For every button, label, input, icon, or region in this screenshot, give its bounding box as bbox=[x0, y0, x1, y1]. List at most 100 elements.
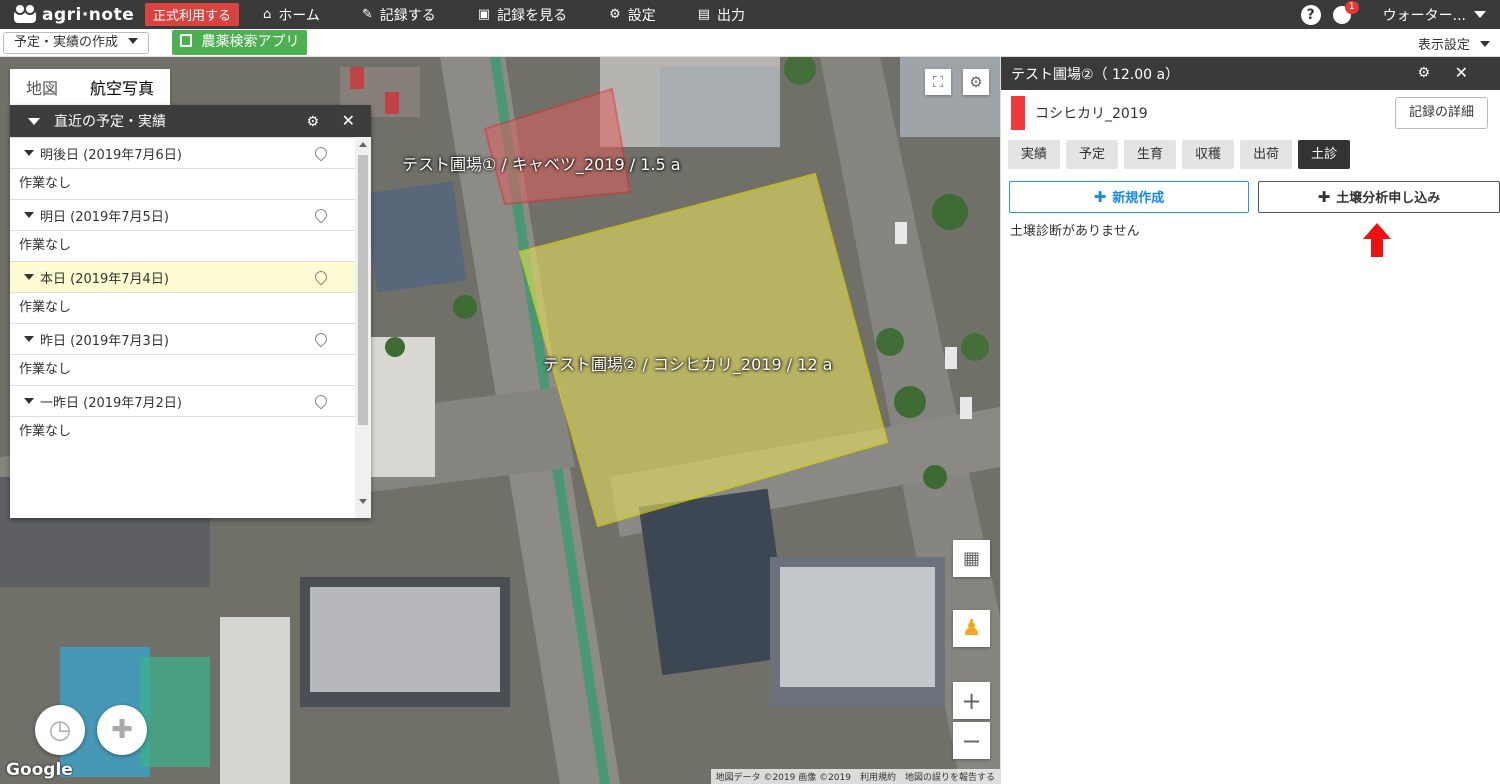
scroll-down-icon[interactable] bbox=[359, 499, 367, 504]
field-label-2[interactable]: テスト圃場② / コシヒカリ_2019 / 12 a bbox=[543, 351, 832, 375]
chevron-down-icon bbox=[1480, 41, 1490, 47]
caret-down-icon bbox=[24, 336, 34, 342]
tab-aerial[interactable]: 航空写真 bbox=[74, 69, 170, 105]
day-note: 作業なし bbox=[19, 300, 72, 315]
display-settings-dropdown[interactable]: 表示設定 bbox=[1418, 34, 1490, 53]
red-arrow-icon bbox=[1363, 223, 1391, 257]
day-row[interactable]: 昨日 (2019年7月3日) bbox=[10, 323, 355, 355]
location-pin-icon[interactable] bbox=[312, 144, 330, 162]
frog-logo-icon bbox=[14, 2, 36, 23]
location-pin-icon[interactable] bbox=[312, 268, 330, 286]
day-note: 作業なし bbox=[19, 424, 72, 439]
day-note: 作業なし bbox=[19, 238, 72, 253]
chevron-down-icon bbox=[128, 38, 139, 44]
soil-analysis-request-button[interactable]: ✚ 土壌分析申し込み bbox=[1258, 181, 1500, 213]
scroll-thumb[interactable] bbox=[358, 155, 368, 425]
crop-name: コシヒカリ_2019 bbox=[1035, 106, 1148, 122]
chevron-down-icon[interactable] bbox=[1474, 11, 1486, 18]
location-pin-icon[interactable] bbox=[312, 330, 330, 348]
location-pin-icon[interactable] bbox=[312, 392, 330, 410]
new-create-label: 新規作成 bbox=[1112, 191, 1165, 206]
tab-actual[interactable]: 実績 bbox=[1008, 140, 1061, 169]
tab-harvest[interactable]: 収穫 bbox=[1182, 140, 1235, 169]
tab-plan[interactable]: 予定 bbox=[1066, 140, 1119, 169]
tab-map[interactable]: 地図 bbox=[10, 69, 74, 105]
pencil-icon: ✎ bbox=[361, 7, 373, 22]
nav-settings[interactable]: ⚙ 設定 bbox=[609, 5, 656, 25]
soil-analysis-label: 土壌分析申し込み bbox=[1336, 191, 1441, 206]
record-detail-button[interactable]: 記録の詳細 bbox=[1394, 97, 1488, 129]
book-icon: ▣ bbox=[477, 7, 491, 22]
clock-icon[interactable]: ◷ bbox=[35, 705, 85, 755]
logo[interactable]: agri·note bbox=[0, 2, 145, 25]
add-location-icon[interactable]: ✚ bbox=[97, 705, 147, 755]
schedule-header[interactable]: 直近の予定・実績 ⚙ ✕ bbox=[10, 105, 371, 137]
gear-icon[interactable]: ⚙ bbox=[963, 69, 989, 95]
gear-icon[interactable]: ⚙ bbox=[1417, 65, 1430, 81]
gear-icon[interactable]: ⚙ bbox=[306, 114, 319, 130]
user-menu[interactable]: ウォーター... bbox=[1383, 5, 1466, 25]
field-detail-panel: テスト圃場②（ 12.00 a） ⚙ ✕ コシヒカリ_2019 記録の詳細 実績… bbox=[1000, 57, 1500, 784]
crop-row: コシヒカリ_2019 記録の詳細 bbox=[1001, 90, 1500, 134]
tab-shipment[interactable]: 出荷 bbox=[1240, 140, 1293, 169]
book-icon bbox=[180, 34, 192, 47]
caret-down-icon bbox=[24, 212, 34, 218]
nav-record-label: 記録する bbox=[379, 7, 436, 24]
collapse-icon[interactable] bbox=[28, 117, 40, 125]
schedule-title: 直近の予定・実績 bbox=[54, 114, 166, 130]
logo-text: agri·note bbox=[42, 4, 135, 25]
zoom-out-icon[interactable]: − bbox=[953, 722, 990, 759]
schedule-scrollbar[interactable] bbox=[355, 137, 371, 518]
map-view[interactable]: テスト圃場① / キャベツ_2019 / 1.5 a テスト圃場② / コシヒカ… bbox=[0, 57, 1000, 784]
close-icon[interactable]: ✕ bbox=[1455, 63, 1468, 82]
day-row[interactable]: 一昨日 (2019年7月2日) bbox=[10, 385, 355, 417]
nav-settings-label: 設定 bbox=[627, 7, 656, 24]
create-plan-dropdown[interactable]: 予定・実績の作成 bbox=[3, 32, 150, 54]
day-label: 明日 (2019年7月5日) bbox=[40, 209, 169, 225]
street-view-pegman-icon[interactable]: ♟ bbox=[953, 610, 990, 647]
day-row[interactable]: 明日 (2019年7月5日) bbox=[10, 199, 355, 231]
zoom-in-icon[interactable]: + bbox=[953, 682, 990, 719]
close-icon[interactable]: ✕ bbox=[342, 111, 355, 130]
scroll-up-icon[interactable] bbox=[359, 142, 367, 147]
map-layers-icon[interactable]: ▦ bbox=[953, 540, 990, 577]
home-icon: ⌂ bbox=[263, 7, 272, 22]
nav-output-label: 出力 bbox=[717, 7, 746, 24]
notification-icon[interactable]: 1 bbox=[1332, 0, 1359, 24]
notification-count: 1 bbox=[1344, 0, 1359, 14]
field-label-1[interactable]: テスト圃場① / キャベツ_2019 / 1.5 a bbox=[402, 151, 681, 175]
caret-down-icon bbox=[24, 150, 34, 156]
plus-icon: ✚ bbox=[1317, 188, 1331, 206]
nav-output[interactable]: ▤ 出力 bbox=[698, 5, 745, 25]
nav-right-group: ? 1 ウォーター... bbox=[1300, 0, 1486, 29]
help-icon[interactable]: ? bbox=[1300, 4, 1321, 25]
day-note: 作業なし bbox=[19, 362, 72, 377]
crop-color-swatch bbox=[1011, 96, 1025, 130]
map-type-tabs: 地図 航空写真 bbox=[10, 69, 171, 105]
tab-growth[interactable]: 生育 bbox=[1124, 140, 1177, 169]
field-panel-header: テスト圃場②（ 12.00 a） ⚙ ✕ bbox=[1001, 57, 1500, 90]
day-row-today[interactable]: 本日 (2019年7月4日) bbox=[10, 261, 355, 293]
schedule-list: 明後日 (2019年7月6日) 作業なし 明日 (2019年7月5日) 作業なし… bbox=[10, 137, 355, 518]
empty-soil-diagnosis-message: 土壌診断がありません bbox=[1010, 224, 1140, 239]
nav-view-records[interactable]: ▣ 記録を見る bbox=[478, 5, 567, 25]
location-pin-icon[interactable] bbox=[312, 206, 330, 224]
create-plan-label: 予定・実績の作成 bbox=[14, 35, 119, 50]
nav-record[interactable]: ✎ 記録する bbox=[362, 5, 436, 25]
day-label: 昨日 (2019年7月3日) bbox=[40, 333, 169, 349]
fullscreen-icon[interactable]: ⛶ bbox=[925, 69, 951, 95]
pesticide-search-app-button[interactable]: 農薬検索アプリ bbox=[172, 30, 308, 55]
map-attribution[interactable]: 地図データ ©2019 画像 ©2019 利用規約 地図の誤りを報告する bbox=[710, 769, 1000, 784]
plus-icon: ✚ bbox=[1093, 188, 1107, 206]
day-row[interactable]: 明後日 (2019年7月6日) bbox=[10, 137, 355, 169]
official-use-button[interactable]: 正式利用する bbox=[145, 3, 240, 26]
day-label: 本日 (2019年7月4日) bbox=[40, 271, 169, 287]
nav-home[interactable]: ⌂ ホーム bbox=[263, 5, 320, 25]
day-label: 明後日 (2019年7月6日) bbox=[40, 147, 182, 163]
top-navigation-bar: agri·note 正式利用する ⌂ ホーム ✎ 記録する ▣ 記録を見る ⚙ … bbox=[0, 0, 1500, 29]
tab-soil-diagnosis[interactable]: 土診 bbox=[1298, 140, 1351, 169]
new-create-button[interactable]: ✚ 新規作成 bbox=[1009, 181, 1249, 213]
recent-schedule-panel: 直近の予定・実績 ⚙ ✕ 明後日 (2019年7月6日) 作業なし 明日 (20… bbox=[10, 105, 371, 518]
record-tabs: 実績 予定 生育 収穫 出荷 土診 bbox=[1008, 140, 1356, 169]
sub-toolbar: 予定・実績の作成 農薬検索アプリ 表示設定 bbox=[0, 29, 1500, 57]
